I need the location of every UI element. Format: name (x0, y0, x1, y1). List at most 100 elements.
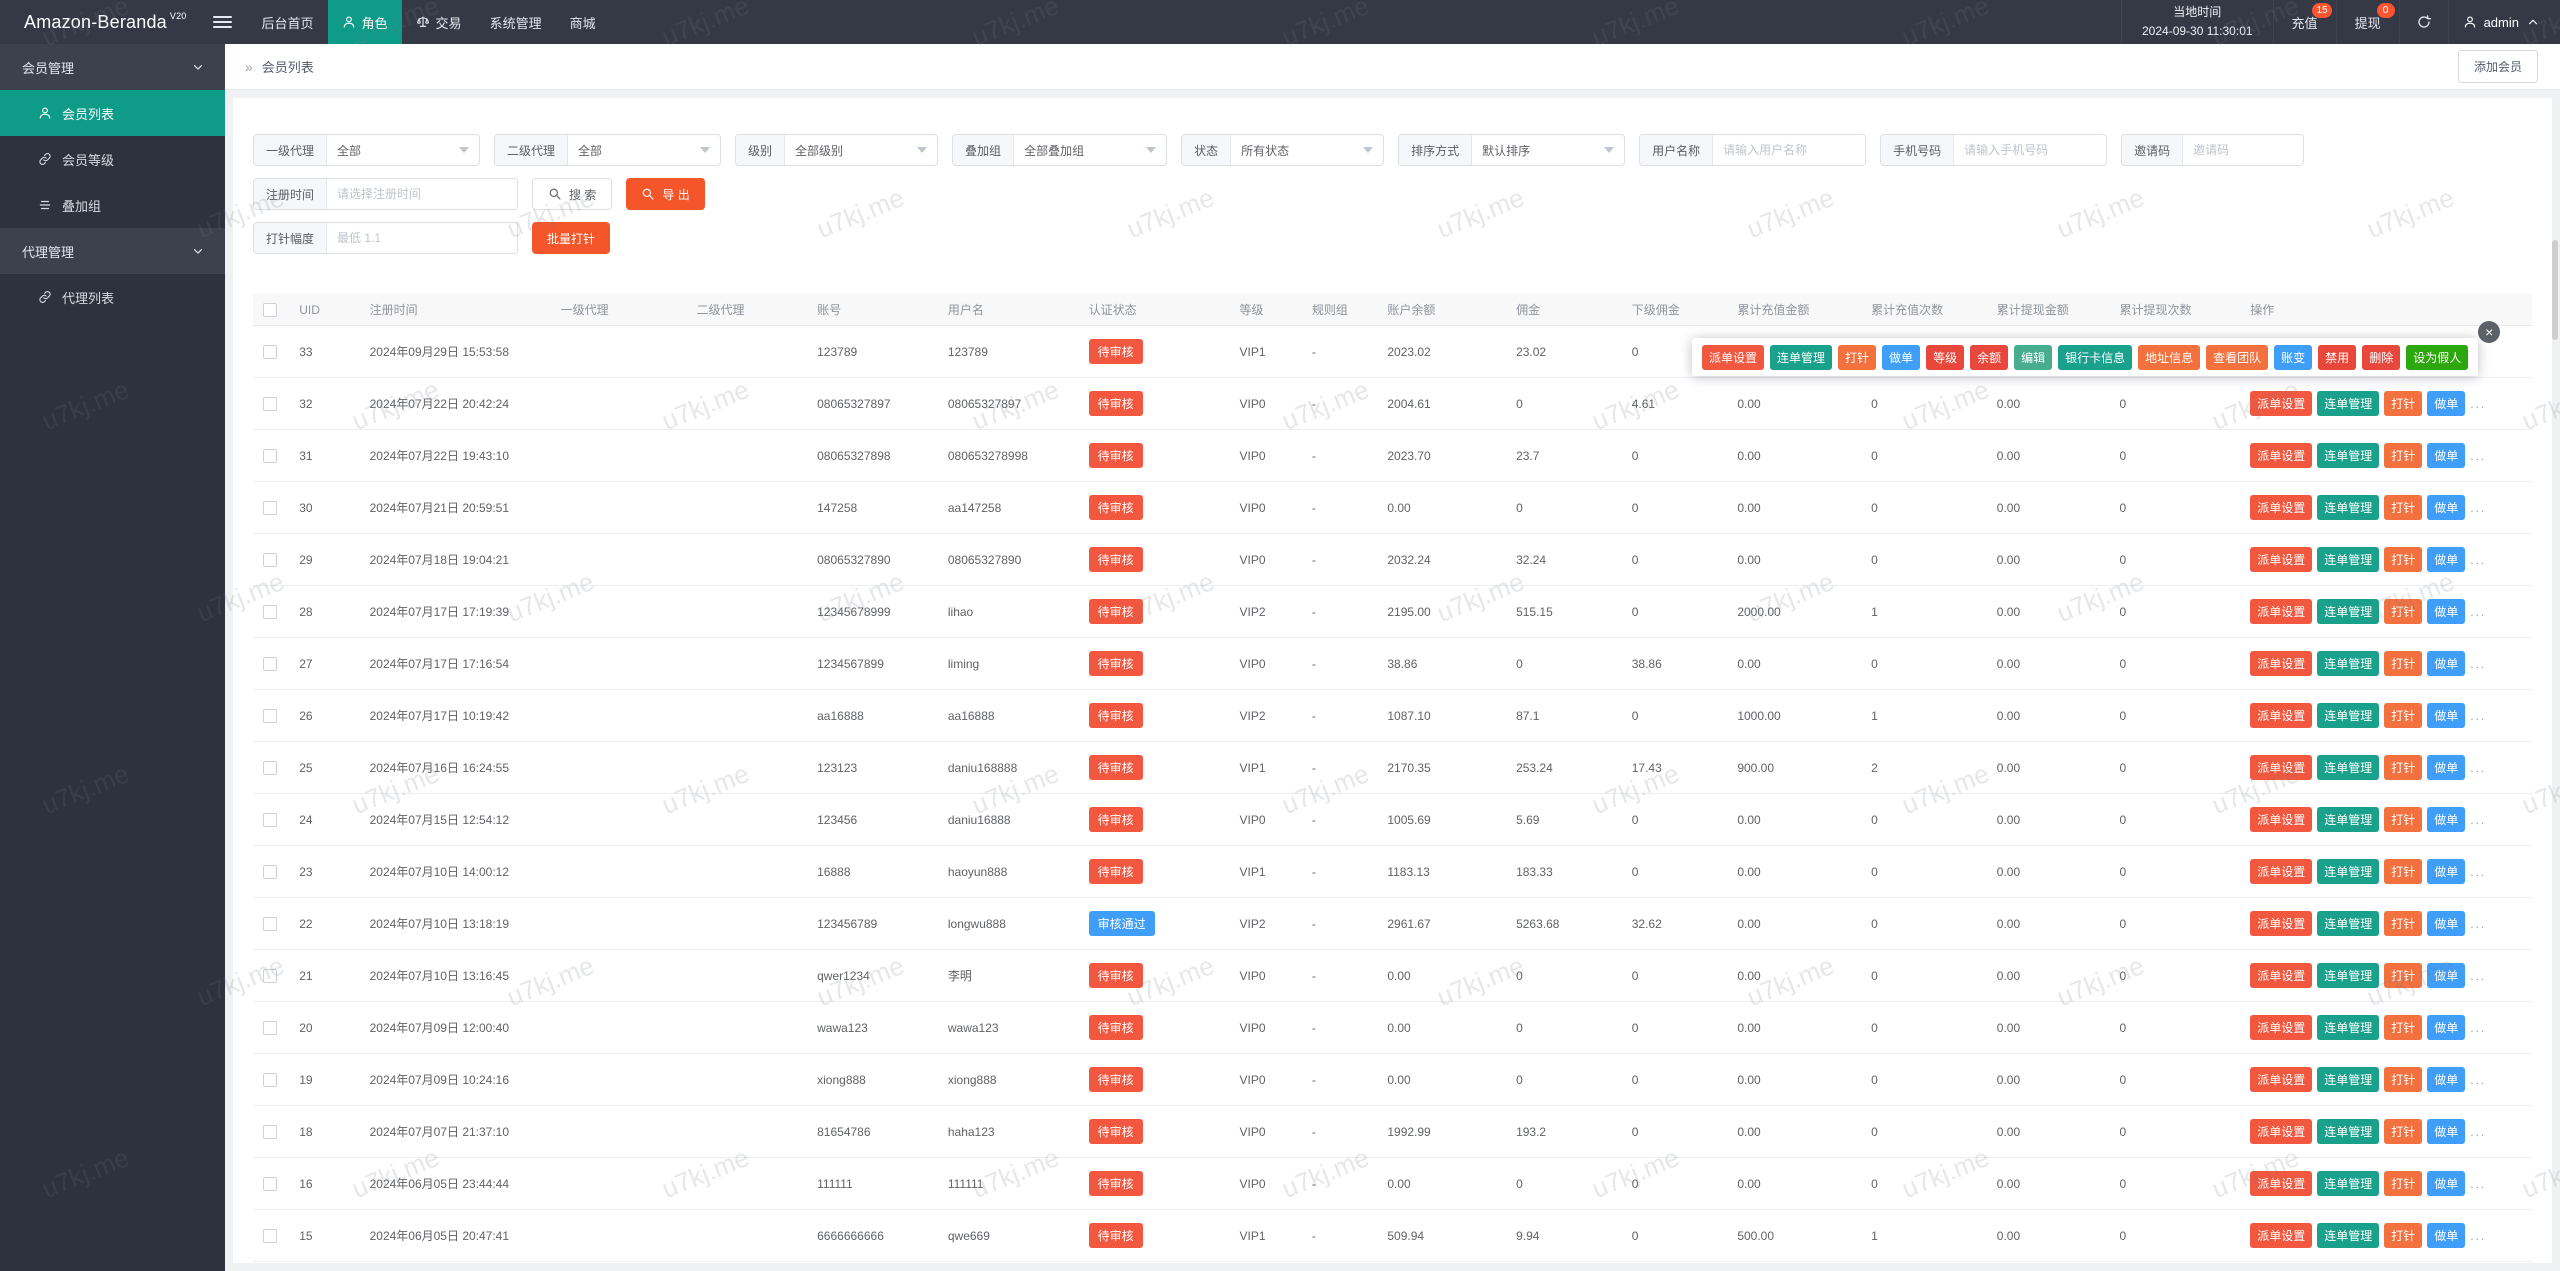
row-checkbox[interactable] (263, 1176, 277, 1191)
row-checkbox[interactable] (263, 760, 277, 775)
register-time-input[interactable] (327, 179, 518, 209)
action-dispatch-settings-button[interactable]: 派单设置 (2250, 1171, 2313, 1196)
action-inject-button[interactable]: 打针 (2384, 703, 2423, 728)
action-chain-orders-button[interactable]: 连单管理 (2317, 443, 2380, 468)
row-checkbox[interactable] (263, 604, 277, 619)
action-make-order-button[interactable]: 做单 (2427, 1015, 2466, 1040)
row-more-button[interactable]: ... (2470, 1125, 2486, 1139)
filter-select-control-agent2[interactable]: 全部 (568, 135, 720, 165)
action-chain-orders-button[interactable]: 连单管理 (2317, 703, 2380, 728)
action-make-order-button[interactable]: 做单 (2427, 755, 2466, 780)
action-inject-button[interactable]: 打针 (2384, 495, 2423, 520)
batch-needle-button[interactable]: 批量打针 (532, 222, 611, 254)
action-inject-button[interactable]: 打针 (2384, 1067, 2423, 1092)
popup-chain-orders-button[interactable]: 连单管理 (1770, 344, 1833, 370)
action-chain-orders-button[interactable]: 连单管理 (2317, 495, 2380, 520)
row-checkbox[interactable] (263, 1228, 277, 1243)
row-checkbox[interactable] (263, 396, 277, 411)
nav-tab-dashboard[interactable]: 后台首页 (248, 0, 328, 44)
action-dispatch-settings-button[interactable]: 派单设置 (2250, 443, 2313, 468)
action-chain-orders-button[interactable]: 连单管理 (2317, 963, 2380, 988)
popup-balance-button[interactable]: 余额 (1970, 344, 2009, 370)
action-chain-orders-button[interactable]: 连单管理 (2317, 859, 2380, 884)
scrollbar[interactable] (2552, 240, 2558, 340)
row-more-button[interactable]: ... (2470, 1229, 2486, 1243)
action-chain-orders-button[interactable]: 连单管理 (2317, 755, 2380, 780)
row-checkbox[interactable] (263, 1124, 277, 1139)
row-checkbox[interactable] (263, 916, 277, 931)
action-make-order-button[interactable]: 做单 (2427, 495, 2466, 520)
action-chain-orders-button[interactable]: 连单管理 (2317, 599, 2380, 624)
user-menu[interactable]: admin (2447, 0, 2560, 44)
action-dispatch-settings-button[interactable]: 派单设置 (2250, 1067, 2313, 1092)
action-dispatch-settings-button[interactable]: 派单设置 (2250, 1223, 2313, 1248)
sidebar-group-agent-management[interactable]: 代理管理 (0, 228, 225, 274)
row-more-button[interactable]: ... (2470, 969, 2486, 983)
action-dispatch-settings-button[interactable]: 派单设置 (2250, 547, 2313, 572)
row-more-button[interactable]: ... (2470, 709, 2486, 723)
row-checkbox[interactable] (263, 812, 277, 827)
action-make-order-button[interactable]: 做单 (2427, 443, 2466, 468)
action-chain-orders-button[interactable]: 连单管理 (2317, 911, 2380, 936)
action-dispatch-settings-button[interactable]: 派单设置 (2250, 963, 2313, 988)
action-chain-orders-button[interactable]: 连单管理 (2317, 1015, 2380, 1040)
action-inject-button[interactable]: 打针 (2384, 599, 2423, 624)
action-make-order-button[interactable]: 做单 (2427, 1119, 2466, 1144)
action-dispatch-settings-button[interactable]: 派单设置 (2250, 807, 2313, 832)
popup-bank-card-info-button[interactable]: 银行卡信息 (2058, 344, 2133, 370)
action-dispatch-settings-button[interactable]: 派单设置 (2250, 1015, 2313, 1040)
hamburger-icon[interactable] (212, 0, 232, 44)
nav-tab-mall[interactable]: 商城 (556, 0, 610, 44)
action-dispatch-settings-button[interactable]: 派单设置 (2250, 859, 2313, 884)
action-inject-button[interactable]: 打针 (2384, 807, 2423, 832)
popup-edit-button[interactable]: 编辑 (2014, 344, 2053, 370)
row-checkbox[interactable] (263, 500, 277, 515)
action-make-order-button[interactable]: 做单 (2427, 1223, 2466, 1248)
row-more-button[interactable]: ... (2470, 1021, 2486, 1035)
search-button[interactable]: 搜 索 (532, 178, 613, 210)
action-inject-button[interactable]: 打针 (2384, 1015, 2423, 1040)
row-more-button[interactable]: ... (2470, 761, 2486, 775)
action-chain-orders-button[interactable]: 连单管理 (2317, 651, 2380, 676)
row-more-button[interactable]: ... (2470, 605, 2486, 619)
row-more-button[interactable]: ... (2470, 917, 2486, 931)
sidebar-item-overlay-group[interactable]: 叠加组 (0, 182, 225, 228)
filter-select-control-overlay-group[interactable]: 全部叠加组 (1014, 135, 1166, 165)
row-checkbox[interactable] (263, 448, 277, 463)
popup-set-fake-button[interactable]: 设为假人 (2406, 344, 2469, 370)
action-inject-button[interactable]: 打针 (2384, 859, 2423, 884)
filter-select-control-agent1[interactable]: 全部 (327, 135, 479, 165)
row-checkbox[interactable] (263, 708, 277, 723)
sidebar-item-agent-list[interactable]: 代理列表 (0, 274, 225, 320)
action-chain-orders-button[interactable]: 连单管理 (2317, 807, 2380, 832)
row-checkbox[interactable] (263, 344, 277, 359)
action-chain-orders-button[interactable]: 连单管理 (2317, 1067, 2380, 1092)
row-checkbox[interactable] (263, 656, 277, 671)
sidebar-item-member-level[interactable]: 会员等级 (0, 136, 225, 182)
action-make-order-button[interactable]: 做单 (2427, 1171, 2466, 1196)
popup-delete-button[interactable]: 删除 (2362, 344, 2401, 370)
row-checkbox[interactable] (263, 1072, 277, 1087)
action-make-order-button[interactable]: 做单 (2427, 599, 2466, 624)
action-make-order-button[interactable]: 做单 (2427, 391, 2466, 416)
action-dispatch-settings-button[interactable]: 派单设置 (2250, 911, 2313, 936)
action-make-order-button[interactable]: 做单 (2427, 807, 2466, 832)
popup-disable-button[interactable]: 禁用 (2318, 344, 2357, 370)
action-make-order-button[interactable]: 做单 (2427, 963, 2466, 988)
action-dispatch-settings-button[interactable]: 派单设置 (2250, 495, 2313, 520)
action-make-order-button[interactable]: 做单 (2427, 911, 2466, 936)
action-dispatch-settings-button[interactable]: 派单设置 (2250, 651, 2313, 676)
row-checkbox[interactable] (263, 864, 277, 879)
action-dispatch-settings-button[interactable]: 派单设置 (2250, 391, 2313, 416)
action-make-order-button[interactable]: 做单 (2427, 1067, 2466, 1092)
action-chain-orders-button[interactable]: 连单管理 (2317, 1171, 2380, 1196)
action-inject-button[interactable]: 打针 (2384, 1119, 2423, 1144)
popup-level-button[interactable]: 等级 (1926, 344, 1965, 370)
recharge-link[interactable]: 充值 15 (2272, 0, 2336, 44)
action-dispatch-settings-button[interactable]: 派单设置 (2250, 1119, 2313, 1144)
popup-view-team-button[interactable]: 查看团队 (2206, 344, 2269, 370)
select-all-checkbox[interactable] (263, 302, 277, 317)
row-checkbox[interactable] (263, 968, 277, 983)
needle-range-input[interactable] (327, 223, 518, 253)
row-more-button[interactable]: ... (2470, 813, 2486, 827)
